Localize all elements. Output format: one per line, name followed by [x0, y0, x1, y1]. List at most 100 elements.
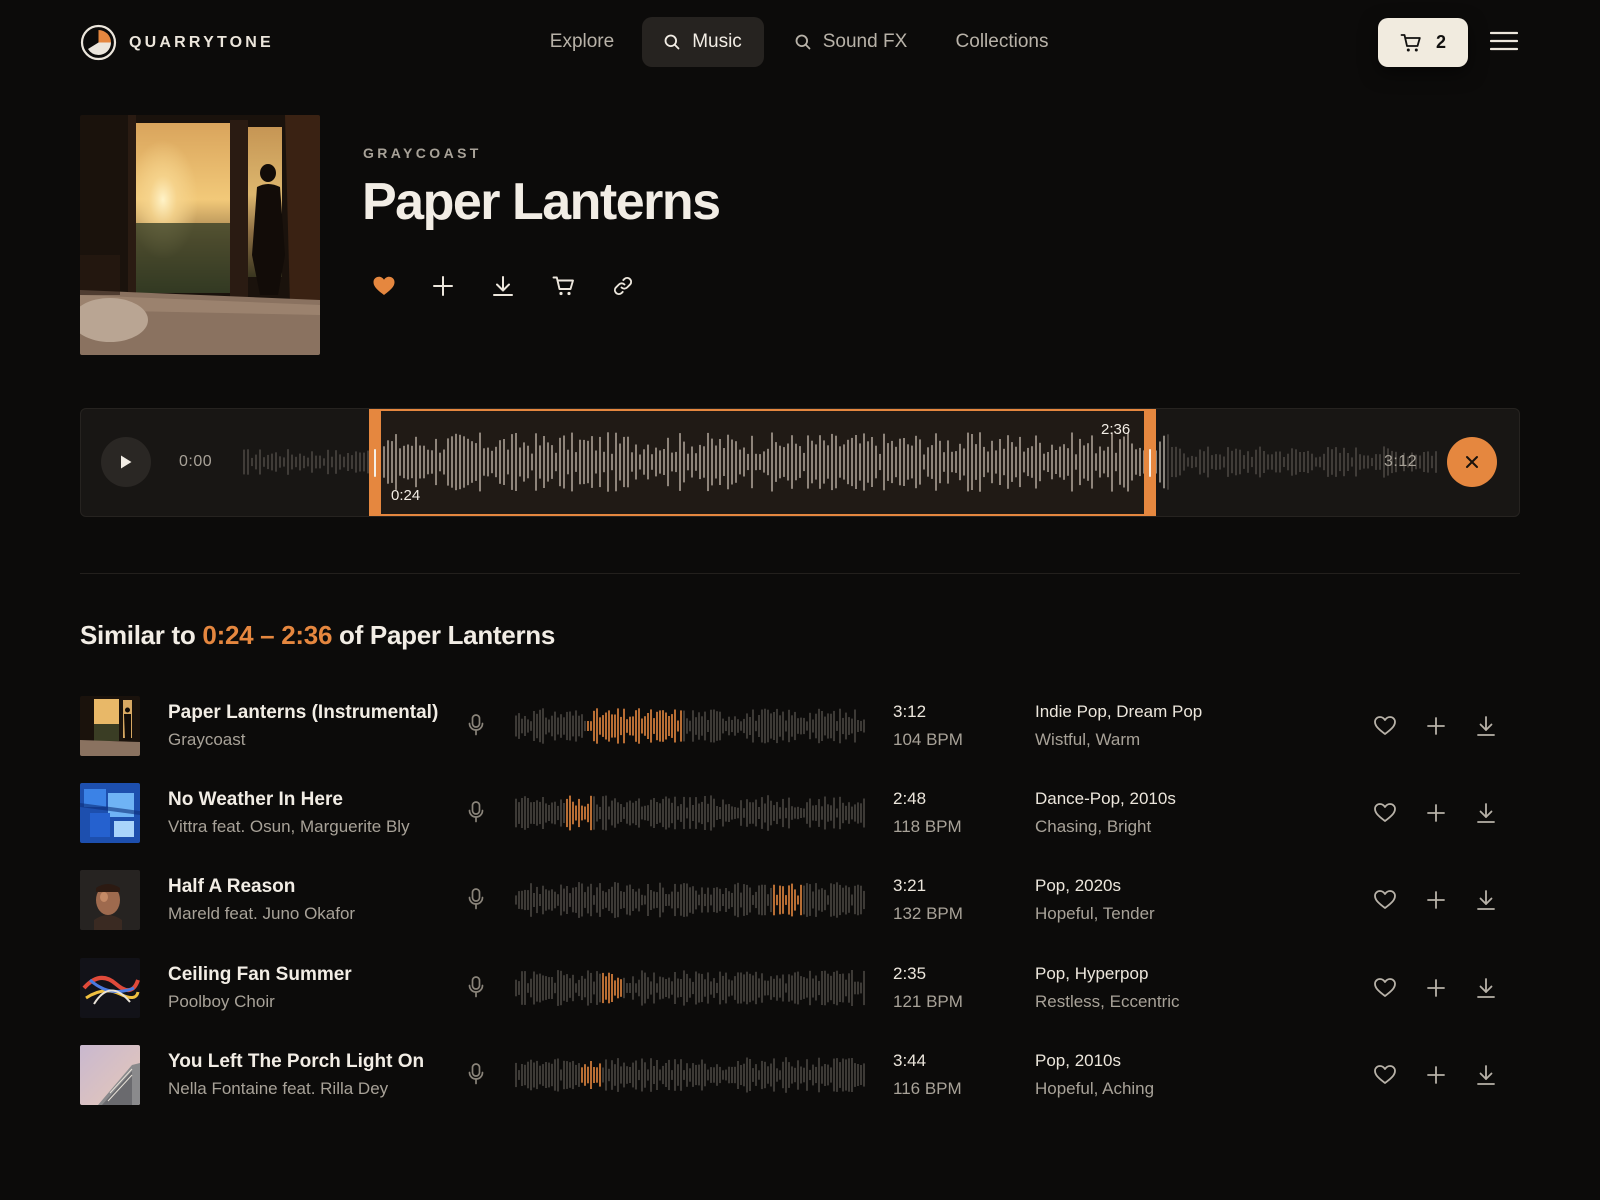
microphone-icon: [468, 1063, 484, 1085]
track-thumbnail[interactable]: [80, 870, 140, 930]
favorite-button[interactable]: [1373, 888, 1397, 912]
similar-heading-suffix: of Paper Lanterns: [339, 620, 555, 650]
vocals-toggle[interactable]: [467, 800, 485, 824]
main-nav: Explore Music Sound FX Collections: [0, 17, 1600, 67]
heart-icon: [1374, 1065, 1396, 1084]
plus-icon: [1427, 804, 1445, 822]
track-waveform[interactable]: [515, 701, 865, 751]
add-to-collection-button[interactable]: [430, 268, 490, 304]
track-row[interactable]: No Weather In Here Vittra feat. Osun, Ma…: [80, 782, 1520, 844]
track-duration: 3:12: [1384, 453, 1418, 470]
track-waveform[interactable]: [515, 788, 865, 838]
nav-collections[interactable]: Collections: [940, 17, 1064, 67]
download-icon: [1477, 1065, 1495, 1085]
top-header: QUARRYTONE Explore Music Sound FX Collec…: [0, 0, 1600, 86]
search-icon: [664, 34, 680, 50]
current-time: 0:00: [179, 453, 213, 470]
download-icon: [1477, 803, 1495, 823]
track-thumbnail[interactable]: [80, 696, 140, 756]
favorite-button[interactable]: [1373, 801, 1397, 825]
track-title[interactable]: Half A Reason: [168, 876, 295, 898]
album-cover: [80, 115, 320, 355]
track-duration: 3:12: [893, 702, 927, 721]
nav-explore[interactable]: Explore: [530, 17, 634, 67]
similar-heading: Similar to 0:24 – 2:36 of Paper Lanterns: [80, 620, 555, 651]
favorite-button[interactable]: [1373, 1063, 1397, 1087]
plus-icon: [433, 276, 453, 296]
track-genres: Pop, 2020s: [1035, 876, 1122, 895]
track-thumbnail[interactable]: [80, 783, 140, 843]
track-artist[interactable]: Graycoast: [168, 730, 245, 750]
cart-icon: [552, 276, 574, 296]
selection-start-time: 0:24: [391, 487, 421, 504]
download-button[interactable]: [1474, 1063, 1498, 1087]
vocals-toggle[interactable]: [467, 975, 485, 999]
link-icon: [614, 277, 632, 295]
add-to-collection-button[interactable]: [1424, 714, 1448, 738]
download-icon: [1477, 890, 1495, 910]
nav-collections-label: Collections: [955, 31, 1049, 52]
vocals-toggle[interactable]: [467, 1062, 485, 1086]
download-button[interactable]: [1474, 888, 1498, 912]
track-waveform[interactable]: [515, 963, 865, 1013]
track-row[interactable]: Ceiling Fan Summer Poolboy Choir 2:35 12…: [80, 957, 1520, 1019]
track-title[interactable]: Ceiling Fan Summer: [168, 964, 352, 986]
search-icon: [795, 34, 811, 50]
add-to-collection-button[interactable]: [1424, 888, 1448, 912]
copy-link-button[interactable]: [610, 268, 670, 304]
play-button[interactable]: [101, 437, 151, 487]
similar-heading-range: 0:24 – 2:36: [202, 620, 333, 650]
cart-button[interactable]: 2: [1378, 18, 1468, 67]
heart-icon: [1374, 803, 1396, 822]
track-waveform[interactable]: [515, 1050, 865, 1100]
favorite-button[interactable]: [1373, 714, 1397, 738]
download-button[interactable]: [1474, 714, 1498, 738]
main-waveform[interactable]: [243, 421, 1438, 503]
track-artist[interactable]: Poolboy Choir: [168, 992, 275, 1012]
track-row[interactable]: Half A Reason Mareld feat. Juno Okafor 3…: [80, 869, 1520, 931]
track-thumbnail[interactable]: [80, 958, 140, 1018]
track-genres: Dance-Pop, 2010s: [1035, 789, 1176, 808]
track-genres: Pop, Hyperpop: [1035, 964, 1149, 983]
vocals-toggle[interactable]: [467, 887, 485, 911]
download-button[interactable]: [1474, 976, 1498, 1000]
add-to-collection-button[interactable]: [1424, 1063, 1448, 1087]
nav-sound-fx[interactable]: Sound FX: [778, 17, 924, 67]
clear-selection-button[interactable]: [1447, 437, 1497, 487]
track-duration: 3:44: [893, 1051, 927, 1070]
track-bpm: 118 BPM: [893, 817, 962, 836]
audio-player: 0:00 0:24 2:36 3:12: [80, 408, 1520, 517]
menu-button[interactable]: [1489, 30, 1519, 54]
similar-heading-prefix: Similar to: [80, 620, 196, 650]
track-waveform[interactable]: [515, 875, 865, 925]
heart-icon: [1374, 716, 1396, 735]
track-bpm: 121 BPM: [893, 992, 963, 1011]
track-duration: 2:35: [893, 964, 927, 983]
track-row[interactable]: You Left The Porch Light On Nella Fontai…: [80, 1044, 1520, 1106]
track-artist[interactable]: Nella Fontaine feat. Rilla Dey: [168, 1079, 388, 1099]
track-row[interactable]: Paper Lanterns (Instrumental) Graycoast …: [80, 695, 1520, 757]
vocals-toggle[interactable]: [467, 713, 485, 737]
track-title[interactable]: You Left The Porch Light On: [168, 1051, 424, 1073]
microphone-icon: [468, 714, 484, 736]
add-to-cart-button[interactable]: [550, 268, 610, 304]
favorite-button[interactable]: [1373, 976, 1397, 1000]
artist-name[interactable]: GRAYCOAST: [363, 145, 482, 161]
add-to-collection-button[interactable]: [1424, 976, 1448, 1000]
download-button[interactable]: [1474, 801, 1498, 825]
track-thumbnail[interactable]: [80, 1045, 140, 1105]
nav-music-label: Music: [692, 31, 742, 52]
track-artist[interactable]: Mareld feat. Juno Okafor: [168, 904, 355, 924]
track-actions: [370, 268, 670, 304]
track-bpm: 104 BPM: [893, 730, 963, 749]
track-duration: 3:21: [893, 876, 927, 895]
track-title[interactable]: No Weather In Here: [168, 789, 343, 811]
nav-music[interactable]: Music: [642, 17, 764, 67]
download-button[interactable]: [490, 268, 550, 304]
track-title[interactable]: Paper Lanterns (Instrumental): [168, 702, 438, 724]
plus-icon: [1427, 717, 1445, 735]
add-to-collection-button[interactable]: [1424, 801, 1448, 825]
page-title: Paper Lanterns: [362, 173, 721, 231]
track-artist[interactable]: Vittra feat. Osun, Marguerite Bly: [168, 817, 410, 837]
favorite-button[interactable]: [370, 268, 430, 304]
